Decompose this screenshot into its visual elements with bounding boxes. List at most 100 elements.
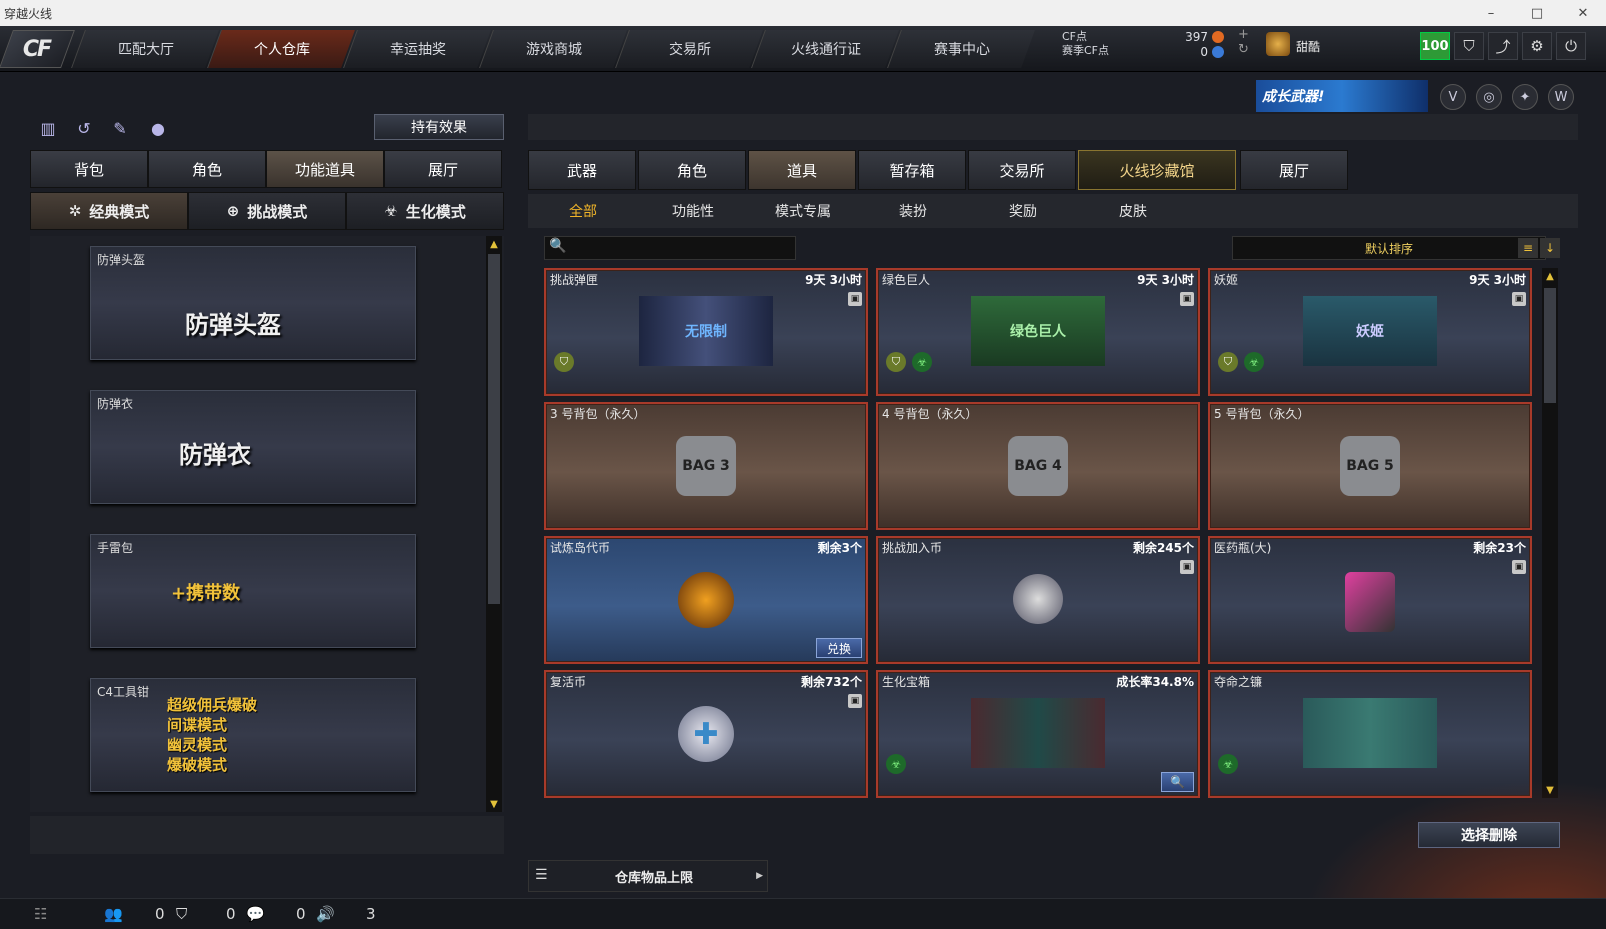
left-tab-character[interactable]: 角色 [148, 150, 266, 188]
badge-v-icon[interactable]: V [1440, 84, 1466, 110]
right-tab-items[interactable]: 道具 [748, 150, 856, 190]
right-tab-showroom[interactable]: 展厅 [1240, 150, 1348, 190]
mode-tab-classic[interactable]: ✲ 经典模式 [30, 192, 188, 230]
left-tab-function-items[interactable]: 功能道具 [266, 150, 384, 188]
trash-icon[interactable]: ▣ [1512, 292, 1526, 306]
item-card-bag-5[interactable]: 5 号背包（永久） BAG 5 [1208, 402, 1532, 530]
item-card-demon-girl[interactable]: 妖姬 9天 3小时 ▣ 妖姬 ⛉ ☣ [1208, 268, 1532, 396]
subtab-all[interactable]: 全部 [528, 194, 638, 228]
nav-tab-match-hall[interactable]: 匹配大厅 [71, 30, 219, 68]
storage-limit[interactable]: ☰ 仓库物品上限 ▶ [528, 860, 768, 892]
trash-icon[interactable]: ▣ [1180, 560, 1194, 574]
volume-icon[interactable]: 🔊 [316, 905, 335, 923]
cf-points-value: 397 [1185, 30, 1208, 44]
inspect-button[interactable]: 🔍 [1161, 772, 1194, 792]
right-tab-character[interactable]: 角色 [638, 150, 746, 190]
nav-tab-event-center[interactable]: 赛事中心 [887, 30, 1035, 68]
sort-dropdown[interactable]: 默认排序 [1232, 236, 1546, 260]
flame-icon[interactable]: ✦ [1512, 84, 1538, 110]
rank-icon[interactable] [1266, 32, 1290, 56]
scroll-down-arrow[interactable]: ▼ [486, 796, 502, 812]
item-card-challenge-join-coin[interactable]: 挑战加入币 剩余245个 ▣ [876, 536, 1200, 664]
share-icon[interactable]: ⤴ [1488, 32, 1518, 60]
right-top-bar [528, 114, 1578, 140]
list-item-c4-pliers[interactable]: C4工具钳 超级佣兵爆破 间谍模式 幽灵模式 爆破模式 [90, 678, 416, 792]
search-input[interactable]: 🔍 [544, 236, 796, 260]
item-card-challenge-magazine[interactable]: 挑战弹匣 9天 3小时 ▣ 无限制 ⛉ [544, 268, 868, 396]
list-item-helmet[interactable]: 防弹头盔 防弹头盔 [90, 246, 416, 360]
cf-logo[interactable]: CF [0, 30, 75, 68]
item-card-trial-island-token[interactable]: 试炼岛代币 剩余3个 兑换 [544, 536, 868, 664]
subtab-reward[interactable]: 奖励 [968, 194, 1078, 228]
right-tab-weapons[interactable]: 武器 [528, 150, 636, 190]
trash-icon[interactable]: ▣ [848, 292, 862, 306]
item-card-bag-3[interactable]: 3 号背包（永久） BAG 3 [544, 402, 868, 530]
item-card-medkit-large[interactable]: 医药瓶(大) 剩余23个 ▣ [1208, 536, 1532, 664]
subtab-functional[interactable]: 功能性 [638, 194, 748, 228]
left-tab-showroom[interactable]: 展厅 [384, 150, 502, 188]
trash-icon[interactable]: ▣ [1512, 560, 1526, 574]
scroll-thumb[interactable] [1544, 288, 1556, 403]
item-card-bag-4[interactable]: 4 号背包（永久） BAG 4 [876, 402, 1200, 530]
refresh-icon[interactable]: ↻ [1238, 42, 1249, 57]
nav-tab-lucky-draw[interactable]: 幸运抽奖 [343, 30, 491, 68]
subtab-skin[interactable]: 皮肤 [1078, 194, 1188, 228]
right-scrollbar[interactable]: ▲ ▼ [1542, 268, 1558, 798]
exchange-button[interactable]: 兑换 [815, 638, 862, 658]
nav-tab-exchange[interactable]: 交易所 [615, 30, 763, 68]
window-controls: – □ ✕ [1468, 0, 1606, 26]
wings-icon[interactable]: W [1548, 84, 1574, 110]
right-tab-collection[interactable]: 火线珍藏馆 [1078, 150, 1236, 190]
mode-shield-icon: ⛉ [886, 352, 906, 372]
sort-down-icon[interactable]: ↓ [1540, 238, 1560, 258]
mode-tab-challenge[interactable]: ⊕ 挑战模式 [188, 192, 346, 230]
trash-icon[interactable]: ▣ [1180, 292, 1194, 306]
close-button[interactable]: ✕ [1560, 0, 1606, 26]
nav-tab-battle-pass[interactable]: 火线通行证 [751, 30, 899, 68]
subtab-mode-exclusive[interactable]: 模式专属 [748, 194, 858, 228]
globe-icon[interactable]: ◎ [1476, 84, 1502, 110]
item-card-death-scythe[interactable]: 夺命之镰 ☣ [1208, 670, 1532, 798]
maximize-button[interactable]: □ [1514, 0, 1560, 26]
scroll-thumb[interactable] [488, 254, 500, 604]
currency-values: 397 0 [1168, 30, 1208, 60]
history-icon[interactable]: ↺ [72, 116, 96, 140]
shield-status-icon[interactable]: ⛉ [176, 905, 187, 923]
nav-tab-personal-storage[interactable]: 个人仓库 [207, 30, 355, 68]
list-item-grenade-pack[interactable]: 手雷包 +携带数 [90, 534, 416, 648]
select-delete-button[interactable]: 选择删除 [1418, 822, 1560, 848]
add-points-icon[interactable]: + [1238, 27, 1249, 42]
left-tab-backpack[interactable]: 背包 [30, 150, 148, 188]
subtab-costume[interactable]: 装扮 [858, 194, 968, 228]
list-view-icon[interactable]: ≡ [1518, 238, 1538, 258]
spray-icon[interactable]: ✎ [108, 116, 132, 140]
group-icon[interactable]: 👥 [104, 905, 123, 923]
nav-tab-game-mall[interactable]: 游戏商城 [479, 30, 627, 68]
item-card-green-giant[interactable]: 绿色巨人 9天 3小时 ▣ 绿色巨人 ⛉ ☣ [876, 268, 1200, 396]
level-badge[interactable]: 100 [1420, 32, 1450, 60]
settings-icon[interactable]: ⚙ [1522, 32, 1552, 60]
power-icon[interactable]: ⏻ [1556, 32, 1586, 60]
menu-icon[interactable]: ☷ [34, 905, 47, 923]
scroll-up-arrow[interactable]: ▲ [486, 236, 502, 252]
item-card-biochem-chest[interactable]: 生化宝箱 成长率34.8% ☣ 🔍 [876, 670, 1200, 798]
join-coin-icon [1013, 574, 1063, 624]
hold-effect-button[interactable]: 持有效果 [374, 114, 504, 140]
shield-icon[interactable]: ⛉ [1454, 32, 1484, 60]
chat-icon[interactable]: 💬 [246, 905, 265, 923]
trash-icon[interactable]: ▣ [848, 694, 862, 708]
minimize-button[interactable]: – [1468, 0, 1514, 26]
scroll-up-arrow[interactable]: ▲ [1542, 268, 1558, 284]
right-tab-temp-box[interactable]: 暂存箱 [858, 150, 966, 190]
biochem-icon: ☣ [886, 754, 906, 774]
growth-weapon-banner[interactable]: 成长武器! [1256, 80, 1428, 112]
search-icon: 🔍 [549, 238, 567, 254]
right-tab-exchange[interactable]: 交易所 [968, 150, 1076, 190]
item-card-revive-coin[interactable]: 复活币 剩余732个 ▣ ✚ [544, 670, 868, 798]
left-scrollbar[interactable]: ▲ ▼ [486, 236, 502, 812]
magazine-image: 无限制 [639, 296, 773, 366]
ranking-icon[interactable]: ▥ [36, 116, 60, 140]
list-item-armor[interactable]: 防弹衣 防弹衣 [90, 390, 416, 504]
mode-tab-biochem[interactable]: ☣ 生化模式 [346, 192, 504, 230]
grenade-icon[interactable]: ● [146, 116, 170, 140]
